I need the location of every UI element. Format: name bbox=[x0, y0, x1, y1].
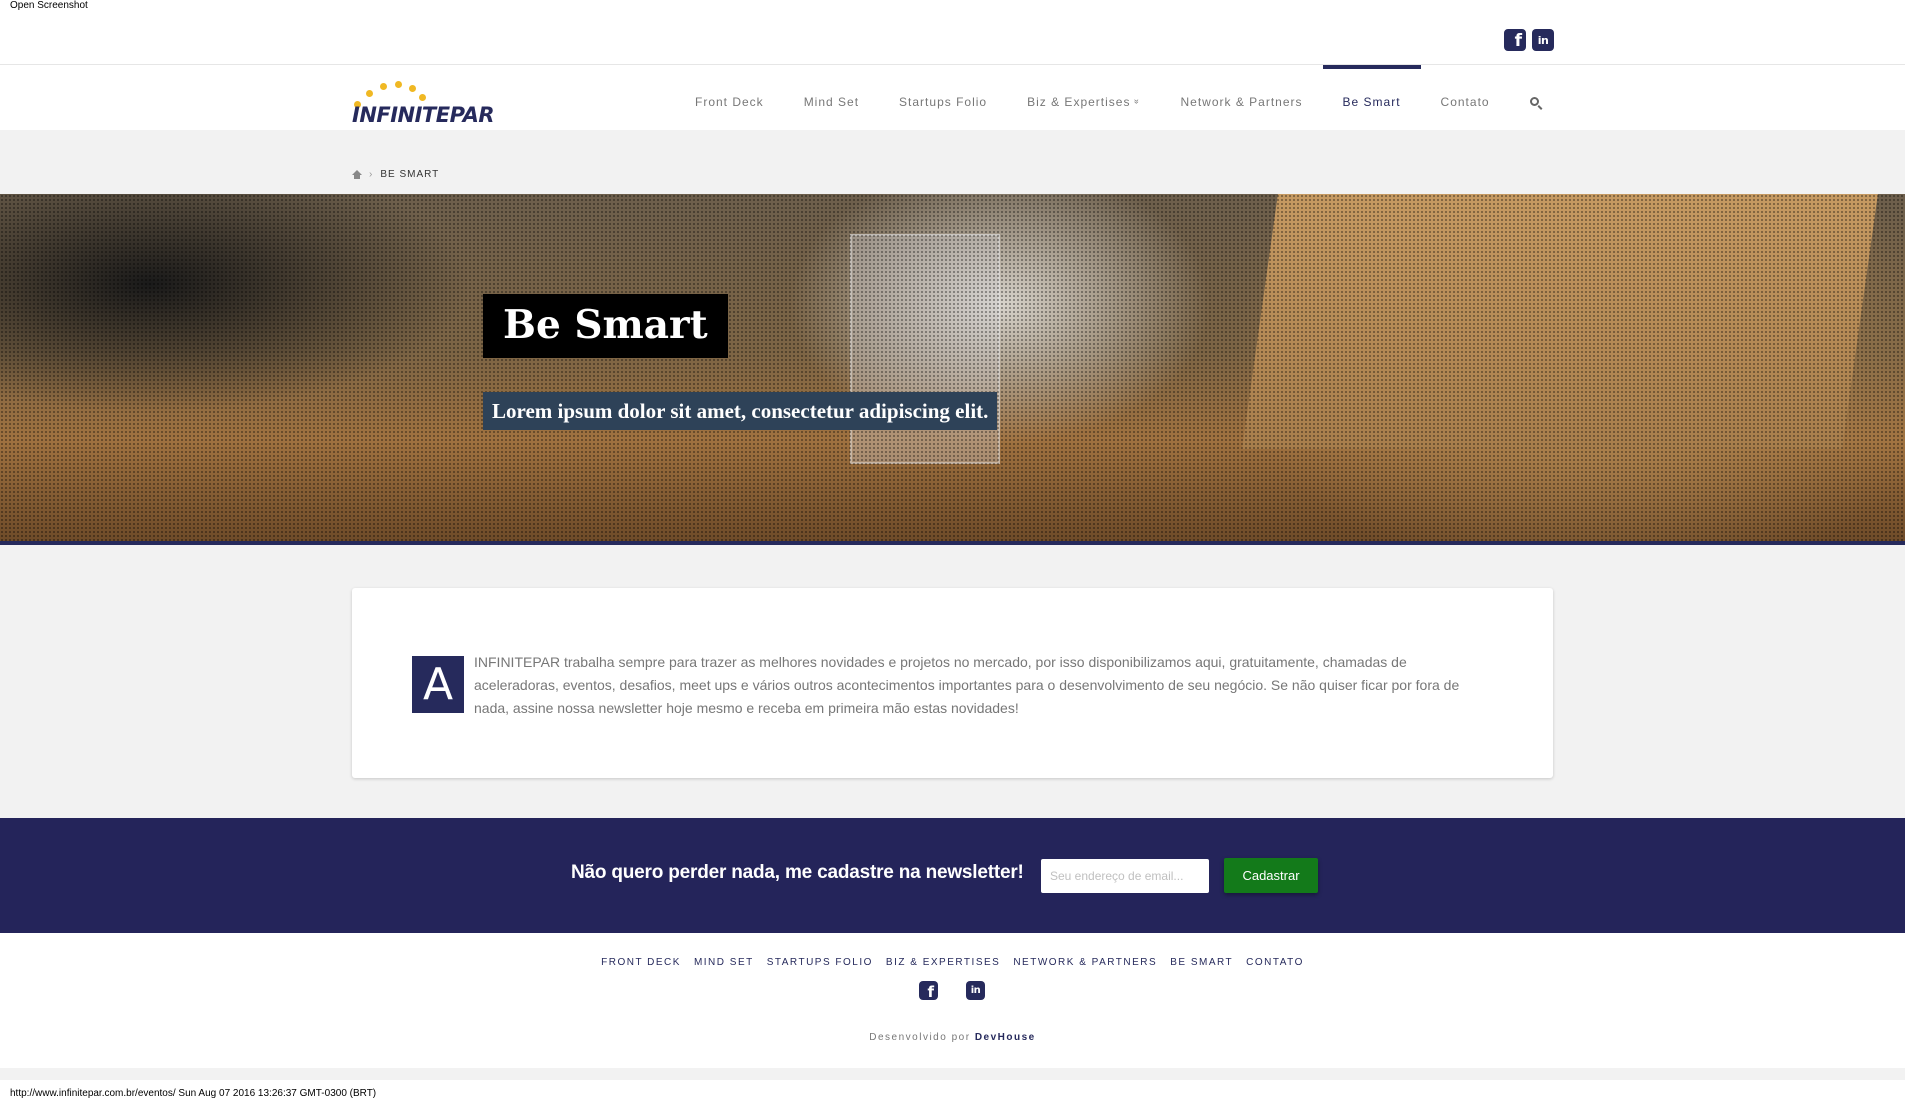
breadcrumb-bar: › BE SMART bbox=[0, 130, 1905, 194]
logo-text: INFINITEPAR bbox=[352, 103, 495, 127]
newsletter-submit-button[interactable]: Cadastrar bbox=[1224, 858, 1318, 893]
newsletter-email-input[interactable] bbox=[1041, 859, 1209, 893]
nav-search-button[interactable] bbox=[1510, 65, 1559, 130]
footer-credit: Desenvolvido por DevHouse bbox=[0, 1032, 1905, 1043]
newsletter-section: Não quero perder nada, me cadastre na ne… bbox=[0, 818, 1905, 933]
home-icon[interactable] bbox=[352, 170, 362, 179]
credit-prefix: Desenvolvido por bbox=[869, 1032, 971, 1043]
print-footer: http://www.infinitepar.com.br/eventos/ S… bbox=[10, 1088, 377, 1099]
breadcrumb: › BE SMART bbox=[352, 169, 439, 180]
breadcrumb-separator: › bbox=[369, 169, 374, 180]
linkedin-icon[interactable]: in bbox=[966, 981, 985, 1000]
hero-divider bbox=[0, 541, 1905, 545]
linkedin-icon[interactable]: in bbox=[1532, 29, 1554, 51]
nav-item-startups-folio[interactable]: Startups Folio bbox=[879, 65, 1007, 130]
logo-dot bbox=[409, 85, 416, 92]
breadcrumb-current: BE SMART bbox=[380, 169, 440, 180]
footer-link-biz-expertises[interactable]: BIZ & EXPERTISES bbox=[886, 957, 1000, 968]
footer-link-mind-set[interactable]: MIND SET bbox=[694, 957, 754, 968]
nav-item-be-smart[interactable]: Be Smart bbox=[1322, 65, 1421, 130]
nav-item-label: Biz & Expertises bbox=[1027, 94, 1131, 109]
infinitepar-logo[interactable]: INFINITEPAR bbox=[352, 77, 532, 127]
nav-item-label: Contato bbox=[1440, 94, 1490, 109]
facebook-icon[interactable]: f bbox=[1504, 29, 1526, 51]
footer-nav: FRONT DECK MIND SET STARTUPS FOLIO BIZ &… bbox=[0, 957, 1905, 968]
primary-nav: Front Deck Mind Set Startups Folio Biz &… bbox=[675, 65, 1559, 130]
logo-dot bbox=[395, 81, 402, 88]
hero-banner: Be Smart Lorem ipsum dolor sit amet, con… bbox=[0, 194, 1905, 545]
newsletter-title: Não quero perder nada, me cadastre na ne… bbox=[571, 862, 1024, 883]
print-header: Open Screenshot bbox=[10, 0, 88, 11]
footer-link-network-partners[interactable]: NETWORK & PARTNERS bbox=[1013, 957, 1157, 968]
nav-item-contato[interactable]: Contato bbox=[1421, 65, 1510, 130]
search-icon bbox=[1529, 97, 1539, 106]
credit-link[interactable]: DevHouse bbox=[975, 1032, 1036, 1043]
footer-link-front-deck[interactable]: FRONT DECK bbox=[601, 957, 681, 968]
page-bottom-band bbox=[0, 1068, 1905, 1080]
nav-item-network-partners[interactable]: Network & Partners bbox=[1160, 65, 1322, 130]
nav-item-label: Be Smart bbox=[1342, 94, 1401, 109]
hero-subtitle: Lorem ipsum dolor sit amet, consectetur … bbox=[483, 392, 998, 430]
nav-item-label: Mind Set bbox=[803, 94, 860, 109]
footer-link-be-smart[interactable]: BE SMART bbox=[1170, 957, 1233, 968]
chevron-down-icon: » bbox=[1132, 98, 1143, 105]
top-bar: f in bbox=[0, 18, 1905, 65]
logo-dot bbox=[380, 83, 387, 90]
main-navbar: INFINITEPAR Front Deck Mind Set Startups… bbox=[0, 65, 1905, 130]
hero-background-laptop bbox=[1242, 194, 1878, 449]
footer: FRONT DECK MIND SET STARTUPS FOLIO BIZ &… bbox=[0, 933, 1905, 1068]
nav-item-label: Startups Folio bbox=[899, 94, 988, 109]
intro-card: A INFINITEPAR trabalha sempre para traze… bbox=[352, 588, 1553, 778]
nav-item-mind-set[interactable]: Mind Set bbox=[784, 65, 879, 130]
facebook-icon[interactable]: f bbox=[919, 981, 938, 1000]
top-social-links: f in bbox=[1504, 29, 1554, 51]
logo-dot bbox=[366, 90, 373, 97]
footer-link-contato[interactable]: CONTATO bbox=[1246, 957, 1304, 968]
nav-item-biz-expertises[interactable]: Biz & Expertises» bbox=[1007, 65, 1160, 130]
footer-social-links: f in bbox=[919, 981, 985, 1000]
nav-item-label: Network & Partners bbox=[1180, 94, 1303, 109]
dropcap: A bbox=[412, 656, 464, 713]
intro-text: INFINITEPAR trabalha sempre para trazer … bbox=[474, 654, 1460, 716]
nav-item-label: Front Deck bbox=[695, 94, 764, 109]
footer-link-startups-folio[interactable]: STARTUPS FOLIO bbox=[767, 957, 873, 968]
logo-dot bbox=[419, 94, 426, 101]
hero-title: Be Smart bbox=[483, 294, 728, 358]
nav-item-front-deck[interactable]: Front Deck bbox=[675, 65, 784, 130]
